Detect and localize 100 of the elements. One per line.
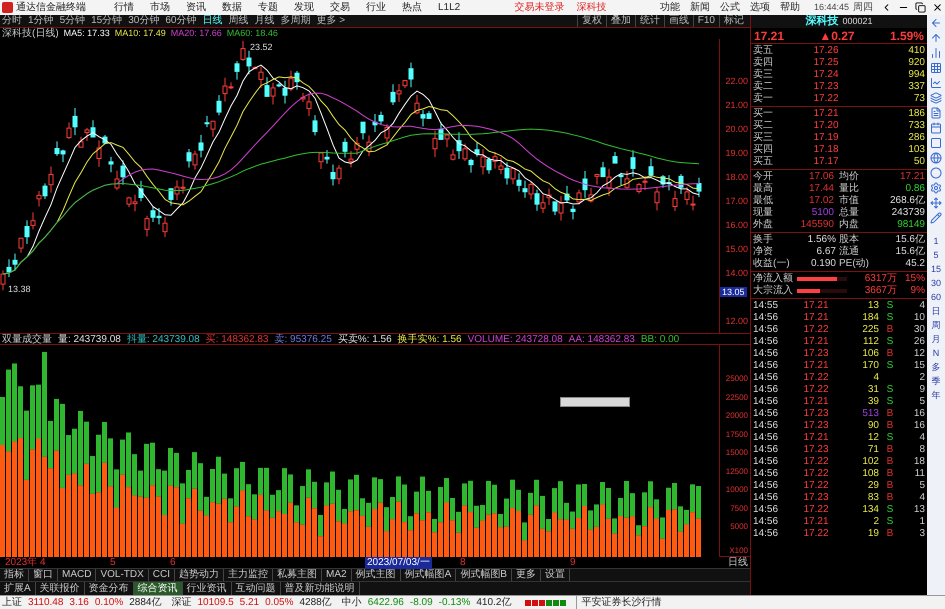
order-price: 17.22 xyxy=(812,93,840,105)
period-shortcut[interactable]: 周 xyxy=(932,320,940,331)
square-icon[interactable] xyxy=(930,137,942,149)
indicator-tab[interactable]: 设置 xyxy=(540,569,570,581)
period-shortcut[interactable]: 5 xyxy=(933,250,938,261)
chart-tool-button[interactable]: F10 xyxy=(692,15,719,27)
period-shortcut[interactable]: N xyxy=(932,348,940,359)
menu-item[interactable]: 资讯 xyxy=(186,0,206,15)
period-shortcut[interactable]: 30 xyxy=(930,278,941,289)
period-tab[interactable]: 5分钟 xyxy=(60,15,86,27)
chart-tool-button[interactable]: 复权 xyxy=(576,15,606,27)
indicator-tab[interactable]: MACD xyxy=(58,569,96,581)
chart-tool-button[interactable]: 叠加 xyxy=(606,15,635,27)
indicator-tab[interactable]: VOL-TDX xyxy=(96,569,149,581)
period-tab[interactable]: 1分钟 xyxy=(28,15,54,27)
indicator-tab[interactable]: 例式主图 xyxy=(352,569,401,581)
tick-time: 14:56 xyxy=(752,420,780,432)
stat-value: 243739 xyxy=(890,207,926,219)
tick-price: 17.21 xyxy=(802,396,830,408)
alert-link[interactable]: 深科技 xyxy=(576,0,606,15)
tick-price: 17.22 xyxy=(802,372,830,384)
period-tab[interactable]: 分时 xyxy=(2,15,22,27)
menu-item[interactable]: 行情 xyxy=(114,0,134,15)
order-price: 17.26 xyxy=(812,45,840,57)
period-shortcut[interactable]: 日 xyxy=(932,306,940,317)
chart-tool-button[interactable]: 统计 xyxy=(634,15,664,27)
tick-side: S xyxy=(886,432,894,443)
indicator-tab[interactable]: 趋势动力 xyxy=(175,569,224,581)
circle-icon[interactable] xyxy=(930,167,942,179)
document-icon[interactable] xyxy=(930,107,942,119)
menu-item[interactable]: 新闻 xyxy=(690,0,710,15)
restore-icon[interactable] xyxy=(915,2,926,13)
menu-item[interactable]: 市场 xyxy=(150,0,170,15)
tick-price: 17.22 xyxy=(802,468,830,480)
period-tab[interactable]: 15分钟 xyxy=(91,15,122,27)
menu-item[interactable]: 数据 xyxy=(222,0,242,15)
period-tab[interactable]: 更多 > xyxy=(316,15,346,27)
indicator-tab[interactable]: 例式幅图A xyxy=(400,569,456,581)
order-volume: 103 xyxy=(907,144,926,156)
indicator-tab[interactable]: 更多 xyxy=(512,569,541,581)
indicator-tab[interactable]: MA2 xyxy=(322,569,352,581)
period-shortcut[interactable]: 15 xyxy=(930,264,941,275)
up-arrow-icon[interactable] xyxy=(930,32,942,44)
globe-icon[interactable] xyxy=(930,152,942,164)
indicator-tab[interactable]: 主力监控 xyxy=(224,569,274,581)
menu-item[interactable]: 交易 xyxy=(330,0,350,15)
tick-time: 14:56 xyxy=(752,444,780,456)
menu-item[interactable]: 帮助 xyxy=(780,0,800,15)
period-shortcut[interactable]: 60 xyxy=(930,292,941,303)
price-axis-label: 20.00 xyxy=(725,124,748,134)
menu-item[interactable]: 专题 xyxy=(258,0,278,15)
line-chart-icon[interactable] xyxy=(930,77,942,89)
indicator-tab[interactable]: 例式幅图B xyxy=(456,569,512,581)
period-shortcut[interactable]: 季 xyxy=(932,376,940,387)
period-shortcut[interactable]: 月 xyxy=(932,334,940,345)
chart-tool-button[interactable]: 画线 xyxy=(664,15,693,27)
index-value: 3110.48 xyxy=(28,596,64,609)
indicator-tab[interactable]: 窗口 xyxy=(29,569,58,581)
finance-value: 15.6亿 xyxy=(894,234,926,246)
indicator-tab[interactable]: CCI xyxy=(148,569,176,581)
indicator-tab[interactable]: 私募主图 xyxy=(273,569,322,581)
period-tab[interactable]: 日线 xyxy=(202,15,222,27)
menu-item[interactable]: 发现 xyxy=(294,0,314,15)
chart-tool-button[interactable]: 标记 xyxy=(719,15,748,27)
bar-chart-icon[interactable] xyxy=(930,47,942,59)
info-tab[interactable]: 综合资讯 xyxy=(134,582,183,595)
grid-icon[interactable] xyxy=(930,62,942,74)
period-shortcut[interactable]: 多 xyxy=(932,362,940,373)
tick-side: B xyxy=(886,468,894,479)
layers-icon[interactable] xyxy=(930,92,942,104)
volume-axis-label: 17500 xyxy=(726,430,748,438)
moving-average-value: MA60: 18.46 xyxy=(226,28,278,39)
menu-item[interactable]: 选项 xyxy=(750,0,770,15)
order-price: 17.17 xyxy=(812,156,840,168)
move-icon[interactable] xyxy=(930,197,942,209)
period-shortcut[interactable]: 1 xyxy=(933,236,938,247)
tick-count: 12 xyxy=(912,348,926,360)
calendar-icon[interactable] xyxy=(930,122,942,134)
settings-icon[interactable] xyxy=(930,182,942,194)
period-shortcut[interactable]: 年 xyxy=(932,390,940,401)
period-tab[interactable]: 60分钟 xyxy=(165,15,196,27)
menu-item[interactable]: 功能 xyxy=(660,0,680,15)
menu-item[interactable]: 行业 xyxy=(366,0,386,15)
period-tab[interactable]: 周线 xyxy=(228,15,248,27)
menu-item[interactable]: 公式 xyxy=(720,0,740,15)
pencil-icon[interactable] xyxy=(930,212,942,224)
close-icon[interactable] xyxy=(932,2,943,13)
tick-count: 16 xyxy=(912,420,926,432)
index-change: 3.16 xyxy=(69,596,89,609)
indicator-tab[interactable]: 指标 xyxy=(0,569,29,581)
menu-item[interactable]: 热点 xyxy=(402,0,422,15)
date-axis-label: 5 xyxy=(110,557,116,569)
period-tab[interactable]: 月线 xyxy=(254,15,274,27)
period-tab[interactable]: 30分钟 xyxy=(128,15,160,27)
floating-toolbar[interactable] xyxy=(560,397,630,407)
menu-item[interactable]: L1L2 xyxy=(438,0,460,15)
back-arrow-icon[interactable] xyxy=(930,17,942,29)
period-tab[interactable]: 多周期 xyxy=(280,15,310,27)
alert-link[interactable]: 交易未登录 xyxy=(514,0,564,15)
order-price: 17.21 xyxy=(812,108,840,120)
